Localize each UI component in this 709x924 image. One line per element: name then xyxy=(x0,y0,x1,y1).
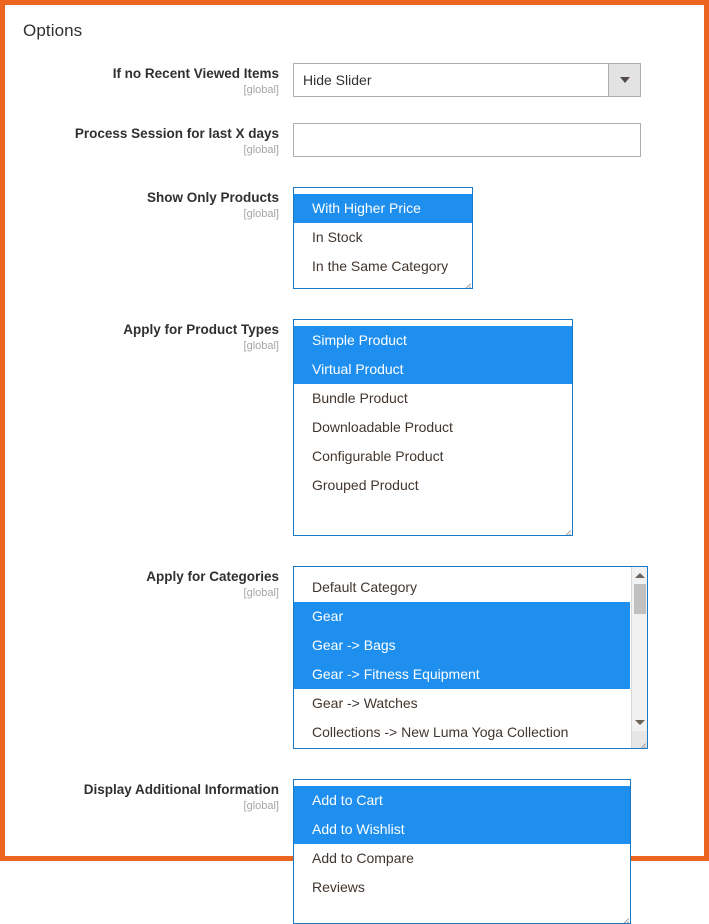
label-text: If no Recent Viewed Items xyxy=(5,66,279,82)
options-panel-frame: Options If no Recent Viewed Items [globa… xyxy=(0,0,709,861)
field-label-process-session-days: Process Session for last X days [global] xyxy=(5,123,293,157)
list-item[interactable]: Gear xyxy=(294,602,630,631)
field-row-apply-for-categories: Apply for Categories [global] Default Ca… xyxy=(5,566,704,749)
list-item[interactable]: Gear -> Fitness Equipment xyxy=(294,660,630,689)
list-item[interactable]: Default Category xyxy=(294,573,630,602)
field-row-show-only-products: Show Only Products [global] With Higher … xyxy=(5,187,704,289)
input-process-session-days[interactable] xyxy=(293,123,641,157)
field-row-process-session-days: Process Session for last X days [global] xyxy=(5,123,704,157)
select-if-no-recent-viewed-items[interactable]: Hide Slider xyxy=(293,63,641,97)
field-label-show-only-products: Show Only Products [global] xyxy=(5,187,293,221)
list-item[interactable]: Simple Product xyxy=(294,326,572,355)
list-item[interactable]: In Stock xyxy=(294,223,472,252)
resize-grip-icon[interactable] xyxy=(634,735,646,747)
scope-label: [global] xyxy=(5,143,279,157)
list-item[interactable]: Add to Compare xyxy=(294,844,630,873)
multiselect-show-only-products[interactable]: With Higher Price In Stock In the Same C… xyxy=(293,187,473,289)
list-item[interactable]: Configurable Product xyxy=(294,442,572,471)
field-row-if-no-recent-viewed-items: If no Recent Viewed Items [global] Hide … xyxy=(5,63,704,97)
label-text: Display Additional Information xyxy=(5,782,279,798)
scope-label: [global] xyxy=(5,799,279,813)
resize-grip-icon[interactable] xyxy=(559,522,571,534)
list-item[interactable]: Bundle Product xyxy=(294,384,572,413)
multiselect-display-additional-information[interactable]: Add to Cart Add to Wishlist Add to Compa… xyxy=(293,779,631,924)
scope-label: [global] xyxy=(5,207,279,221)
list-item[interactable]: Virtual Product xyxy=(294,355,572,384)
scroll-up-button[interactable] xyxy=(632,568,647,583)
scrollbar-thumb[interactable] xyxy=(634,584,646,614)
triangle-down-icon xyxy=(635,720,645,725)
list-item[interactable]: With Higher Price xyxy=(294,194,472,223)
list-item[interactable]: Grouped Product xyxy=(294,471,572,500)
field-row-apply-for-product-types: Apply for Product Types [global] Simple … xyxy=(5,319,704,536)
multiselect-apply-for-categories[interactable]: Default Category Gear Gear -> Bags Gear … xyxy=(293,566,648,749)
page-title: Options xyxy=(23,21,704,41)
list-item[interactable]: Add to Wishlist xyxy=(294,815,630,844)
vertical-scrollbar[interactable] xyxy=(631,567,647,748)
field-label-if-no-recent-viewed-items: If no Recent Viewed Items [global] xyxy=(5,63,293,97)
scope-label: [global] xyxy=(5,339,279,353)
chevron-down-icon xyxy=(620,77,630,83)
scope-label: [global] xyxy=(5,83,279,97)
resize-grip-icon[interactable] xyxy=(459,275,471,287)
list-item[interactable]: Collections -> New Luma Yoga Collection xyxy=(294,718,630,747)
label-text: Show Only Products xyxy=(5,190,279,206)
list-item[interactable]: In the Same Category xyxy=(294,252,472,281)
label-text: Process Session for last X days xyxy=(5,126,279,142)
scroll-down-button[interactable] xyxy=(632,715,647,730)
scope-label: [global] xyxy=(5,586,279,600)
list-item[interactable]: Add to Cart xyxy=(294,786,630,815)
list-item[interactable]: Gear -> Watches xyxy=(294,689,630,718)
triangle-up-icon xyxy=(635,573,645,578)
label-text: Apply for Categories xyxy=(5,569,279,585)
select-arrow-button[interactable] xyxy=(608,64,640,96)
list-item[interactable]: Reviews xyxy=(294,873,630,902)
field-label-display-additional-information: Display Additional Information [global] xyxy=(5,779,293,813)
multiselect-apply-for-product-types[interactable]: Simple Product Virtual Product Bundle Pr… xyxy=(293,319,573,536)
select-selected-value: Hide Slider xyxy=(294,64,608,96)
field-label-apply-for-categories: Apply for Categories [global] xyxy=(5,566,293,600)
field-row-display-additional-information: Display Additional Information [global] … xyxy=(5,779,704,924)
field-label-apply-for-product-types: Apply for Product Types [global] xyxy=(5,319,293,353)
resize-grip-icon[interactable] xyxy=(617,910,629,922)
list-item[interactable]: Downloadable Product xyxy=(294,413,572,442)
label-text: Apply for Product Types xyxy=(5,322,279,338)
list-item[interactable]: Gear -> Bags xyxy=(294,631,630,660)
